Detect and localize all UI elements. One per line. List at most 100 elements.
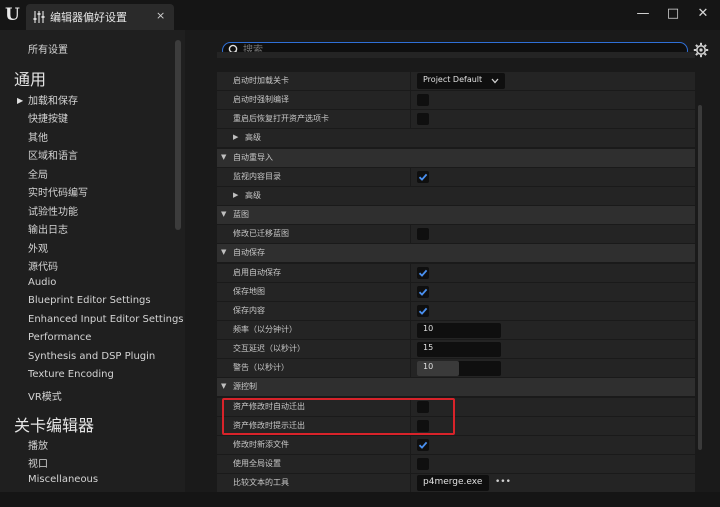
browse-button[interactable]: •••	[495, 477, 511, 487]
column-divider	[410, 72, 411, 91]
setting-row: 警告（以秒计） 10	[217, 359, 695, 378]
chevron-down-icon	[491, 78, 499, 84]
column-divider	[410, 398, 411, 417]
settings-list: 启动时加载关卡 Project Default 启动时强制编译 重启后恢复打开资产选项…	[217, 52, 695, 492]
level-dropdown[interactable]: Project Default	[417, 73, 505, 89]
diff-tool-input[interactable]: p4merge.exe	[417, 475, 489, 491]
setting-label: 警告（以秒计）	[233, 363, 289, 372]
setting-row: 启动时加载关卡 Project Default	[217, 72, 695, 91]
close-window-button[interactable]: ✕	[695, 6, 711, 22]
sidebar-section-general: 通用	[14, 70, 47, 89]
setting-row: 修改时新添文件	[217, 436, 695, 455]
setting-checkbox[interactable]	[417, 228, 429, 240]
settings-panel: 启动时加载关卡 Project Default 启动时强制编译重启后恢复打开资产选项…	[185, 30, 720, 492]
setting-label: 资产修改时提示迁出	[233, 421, 305, 430]
setting-label: 频率（以分钟计）	[233, 325, 297, 334]
setting-label: 交互延迟（以秒计）	[233, 344, 305, 353]
setting-checkbox[interactable]	[417, 171, 429, 183]
sidebar-item[interactable]: 外观	[28, 240, 48, 255]
gear-icon[interactable]	[693, 42, 709, 58]
minimize-button[interactable]: —	[635, 6, 651, 22]
setting-checkbox[interactable]	[417, 267, 429, 279]
sidebar-item[interactable]: Texture Encoding	[28, 369, 114, 380]
editor-preferences-tab[interactable]: 编辑器偏好设置 ×	[26, 4, 174, 30]
collapse-arrow-icon[interactable]: ▶	[233, 133, 238, 141]
sidebar-item[interactable]: 播放	[28, 437, 48, 452]
expand-arrow-icon[interactable]: ▼	[221, 153, 226, 161]
setting-label: 启动时加载关卡	[233, 76, 289, 85]
column-divider	[410, 283, 411, 302]
tab-label: 编辑器偏好设置	[50, 11, 127, 24]
setting-label: 监视内容目录	[233, 172, 281, 181]
number-input[interactable]: 15	[417, 342, 501, 357]
category-header[interactable]: ▼ 蓝图	[217, 206, 695, 225]
setting-label: 修改已迁移蓝图	[233, 229, 289, 238]
sidebar-item[interactable]: Performance	[28, 332, 91, 343]
sidebar-item[interactable]: 快捷按键	[28, 110, 68, 125]
setting-checkbox[interactable]	[417, 94, 429, 106]
column-divider	[410, 340, 411, 359]
settings-sidebar: 所有设置 ▶ 通用 加载和保存 快捷按键 其他 区域和语言 全局 实时代码编写 试验性功能 输出…	[0, 30, 185, 492]
setting-label: 保存地图	[233, 287, 265, 296]
number-input[interactable]: 10	[417, 323, 501, 338]
unreal-logo-icon: U	[5, 5, 20, 25]
column-divider	[410, 474, 411, 492]
advanced-section[interactable]: ▶ 高级	[217, 187, 695, 206]
close-tab-icon[interactable]: ×	[156, 9, 165, 22]
setting-checkbox[interactable]	[417, 305, 429, 317]
sidebar-scrollbar[interactable]	[175, 40, 181, 230]
category-header[interactable]: ▼ 自动保存	[217, 244, 695, 263]
sidebar-item[interactable]: Miscellaneous	[28, 474, 98, 485]
sidebar-item[interactable]: 试验性功能	[28, 203, 78, 218]
setting-row: 重启后恢复打开资产选项卡	[217, 110, 695, 129]
category-label: 蓝图	[233, 210, 249, 219]
expand-arrow-icon[interactable]: ▼	[221, 248, 226, 256]
setting-label: 启用自动保存	[233, 268, 281, 277]
category-label: 自动重导入	[233, 153, 273, 162]
sidebar-item[interactable]: Blueprint Editor Settings	[28, 295, 151, 306]
setting-checkbox[interactable]	[417, 439, 429, 451]
setting-checkbox[interactable]	[417, 458, 429, 470]
number-value: 10	[423, 324, 434, 333]
sidebar-item[interactable]: 加载和保存	[28, 92, 78, 107]
sidebar-item[interactable]: VR模式	[28, 388, 62, 403]
sidebar-item[interactable]: Synthesis and DSP Plugin	[28, 351, 155, 362]
column-divider	[410, 359, 411, 378]
diff-tool-value: p4merge.exe	[423, 477, 483, 487]
column-divider	[410, 302, 411, 321]
setting-row: 比较文本的工具 p4merge.exe •••	[217, 474, 695, 492]
column-divider	[410, 436, 411, 455]
sidebar-item[interactable]: 源代码	[28, 258, 58, 273]
advanced-label: 高级	[245, 191, 261, 200]
setting-row: 保存地图	[217, 283, 695, 302]
advanced-label: 高级	[245, 133, 261, 142]
collapse-arrow-icon[interactable]: ▶	[233, 191, 238, 199]
setting-checkbox[interactable]	[417, 113, 429, 125]
sidebar-item[interactable]: 其他	[28, 129, 48, 144]
expand-arrow-icon[interactable]: ▼	[221, 382, 226, 390]
number-value: 15	[423, 343, 434, 352]
expand-arrow-icon[interactable]: ▼	[221, 210, 226, 218]
category-header[interactable]: ▼ 源控制	[217, 378, 695, 397]
column-divider	[410, 168, 411, 187]
setting-checkbox[interactable]	[417, 420, 429, 432]
category-header[interactable]: ▼ 自动重导入	[217, 149, 695, 168]
setting-row: 频率（以分钟计） 10	[217, 321, 695, 340]
category-label: 源控制	[233, 382, 257, 391]
maximize-button[interactable]: □	[665, 6, 681, 22]
number-input[interactable]: 10	[417, 361, 501, 376]
setting-checkbox[interactable]	[417, 286, 429, 298]
sidebar-all-settings[interactable]: 所有设置	[28, 41, 68, 56]
title-bar: U 编辑器偏好设置 × — □ ✕	[0, 0, 720, 30]
sidebar-item[interactable]: 输出日志	[28, 221, 68, 236]
sidebar-item[interactable]: 实时代码编写	[28, 184, 88, 199]
settings-scrollbar[interactable]	[698, 105, 702, 450]
setting-checkbox[interactable]	[417, 401, 429, 413]
sidebar-item[interactable]: 区域和语言	[28, 147, 78, 162]
sidebar-item[interactable]: Enhanced Input Editor Settings	[28, 314, 184, 325]
column-divider	[410, 417, 411, 436]
sidebar-item[interactable]: 全局	[28, 166, 48, 181]
sidebar-item[interactable]: Audio	[28, 277, 56, 288]
sidebar-item[interactable]: 视口	[28, 455, 48, 470]
advanced-section[interactable]: ▶ 高级	[217, 129, 695, 148]
